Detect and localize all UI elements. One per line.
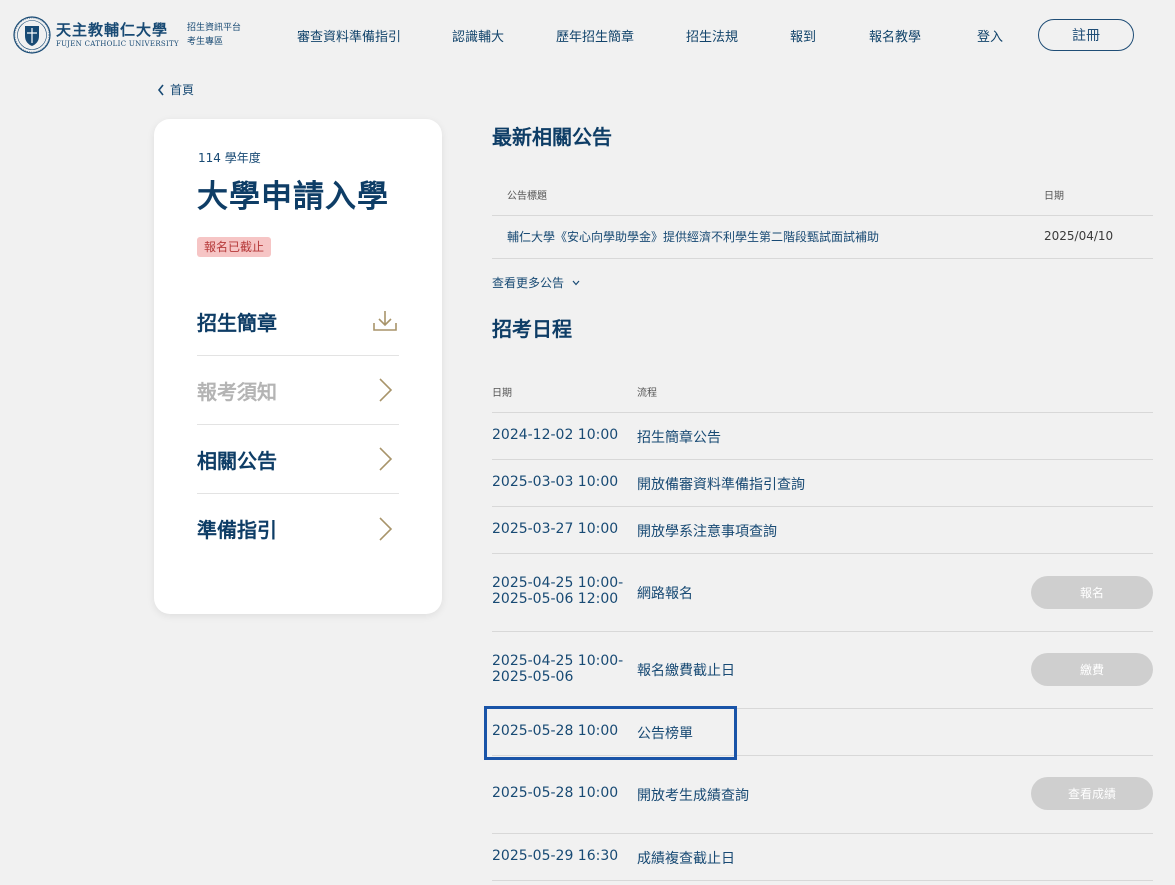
column-header-step: 流程 <box>637 388 657 399</box>
schedule-table-header: 日期 流程 <box>492 366 1153 413</box>
breadcrumb-home[interactable]: 首頁 <box>170 81 194 98</box>
admission-card: 114 學年度 大學申請入學 報名已截止 招生簡章 報考須知 相關公告 準備指引 <box>154 119 442 614</box>
announcement-date: 2025/04/10 <box>1044 229 1114 243</box>
page-title: 大學申請入學 <box>197 179 389 215</box>
chevron-right-icon <box>379 447 393 471</box>
site-header: 天主教輔仁大學 FUJEN CATHOLIC UNIVERSITY 招生資訊平台… <box>0 0 1175 70</box>
menu-item-prep-guide[interactable]: 準備指引 <box>197 494 399 563</box>
announcements-title: 最新相關公告 <box>492 125 612 149</box>
schedule-date: 2025-04-25 10:00- 2025-05-06 <box>492 653 624 685</box>
schedule-date: 2025-05-28 10:00 <box>492 785 619 801</box>
table-row: 2024-12-02 10:00 招生簡章公告 <box>492 413 1153 460</box>
payment-action-button[interactable]: 繳費 <box>1031 653 1153 686</box>
announcements-table-header: 公告標題 日期 <box>492 172 1153 216</box>
announcement-title[interactable]: 輔仁大學《安心向學助學金》提供經濟不利學生第二階段甄試面試補助 <box>507 228 879 245</box>
column-header-date: 日期 <box>492 388 512 399</box>
table-row: 2025-03-27 10:00 開放學系注意事項查詢 <box>492 507 1153 554</box>
more-announcements-label[interactable]: 查看更多公告 <box>492 274 564 291</box>
table-row: 2025-05-28 10:00 開放考生成績查詢 查看成績 <box>492 756 1153 834</box>
logo-sub-line1: 招生資訊平台 <box>186 23 241 33</box>
breadcrumb[interactable]: 首頁 <box>157 81 194 98</box>
column-header-title: 公告標題 <box>507 191 547 202</box>
schedule-date: 2024-12-02 10:00 <box>492 427 619 443</box>
schedule-date: 2025-04-25 10:00- 2025-05-06 12:00 <box>492 575 624 607</box>
chevron-right-icon <box>379 516 393 541</box>
schedule-step: 網路報名 <box>637 586 693 602</box>
table-row: 2025-04-25 10:00- 2025-05-06 12:00 網路報名 … <box>492 554 1153 632</box>
schedule-step: 報名繳費截止日 <box>637 663 735 679</box>
table-row: 2025-03-03 10:00 開放備審資料準備指引查詢 <box>492 460 1153 507</box>
schedule-date: 2025-05-29 16:30 <box>492 848 619 864</box>
menu-item-label: 招生簡章 <box>197 310 277 335</box>
more-announcements-link[interactable]: 查看更多公告 <box>492 274 580 291</box>
schedule-step: 成績複查截止日 <box>637 851 735 867</box>
schedule-date: 2025-03-03 10:00 <box>492 474 619 490</box>
nav-item-about[interactable]: 認識輔大 <box>452 26 504 45</box>
highlight-box <box>484 706 737 760</box>
view-scores-button[interactable]: 查看成績 <box>1031 777 1153 810</box>
nav-item-check-in[interactable]: 報到 <box>790 26 816 45</box>
table-row: 2025-05-29 16:30 成績複查截止日 <box>492 834 1153 881</box>
academic-year-label: 114 學年度 <box>198 151 261 165</box>
nav-item-past-brochures[interactable]: 歷年招生簡章 <box>556 26 634 45</box>
schedule-step: 開放考生成績查詢 <box>637 788 749 804</box>
nav-item-review-guide[interactable]: 審查資料準備指引 <box>297 26 401 45</box>
column-header-date: 日期 <box>1044 191 1064 202</box>
menu-item-brochure[interactable]: 招生簡章 <box>197 287 399 356</box>
schedule-date: 2025-03-27 10:00 <box>492 521 619 537</box>
university-seal-icon <box>13 16 51 54</box>
schedule-title: 招考日程 <box>492 317 572 341</box>
register-button[interactable]: 註冊 <box>1038 19 1134 51</box>
table-row[interactable]: 輔仁大學《安心向學助學金》提供經濟不利學生第二階段甄試面試補助 2025/04/… <box>492 216 1153 259</box>
logo-name-zh: 天主教輔仁大學 <box>56 21 169 39</box>
logo-name-en: FUJEN CATHOLIC UNIVERSITY <box>56 40 179 48</box>
menu-item-label: 相關公告 <box>197 448 277 473</box>
chevron-left-icon <box>157 84 164 95</box>
status-badge: 報名已截止 <box>197 237 272 257</box>
schedule-step: 招生簡章公告 <box>637 430 721 446</box>
nav-item-regulations[interactable]: 招生法規 <box>686 26 738 45</box>
menu-item-exam-notice[interactable]: 報考須知 <box>197 356 399 425</box>
site-logo[interactable]: 天主教輔仁大學 FUJEN CATHOLIC UNIVERSITY 招生資訊平台… <box>13 16 241 54</box>
chevron-right-icon <box>379 378 393 402</box>
card-menu: 招生簡章 報考須知 相關公告 準備指引 <box>197 287 399 563</box>
schedule-step: 開放學系注意事項查詢 <box>637 524 777 540</box>
table-row: 2025-04-25 10:00- 2025-05-06 報名繳費截止日 繳費 <box>492 632 1153 709</box>
menu-item-announcements[interactable]: 相關公告 <box>197 425 399 494</box>
nav-item-registration-tutorial[interactable]: 報名教學 <box>869 26 921 45</box>
schedule-step: 開放備審資料準備指引查詢 <box>637 477 805 493</box>
menu-item-label: 報考須知 <box>197 379 277 404</box>
menu-item-label: 準備指引 <box>197 518 277 542</box>
register-action-button[interactable]: 報名 <box>1031 576 1153 609</box>
nav-item-login[interactable]: 登入 <box>977 26 1003 45</box>
download-icon[interactable] <box>371 307 399 335</box>
chevron-down-icon <box>572 280 580 285</box>
logo-sub-line2: 考生專區 <box>186 37 223 47</box>
